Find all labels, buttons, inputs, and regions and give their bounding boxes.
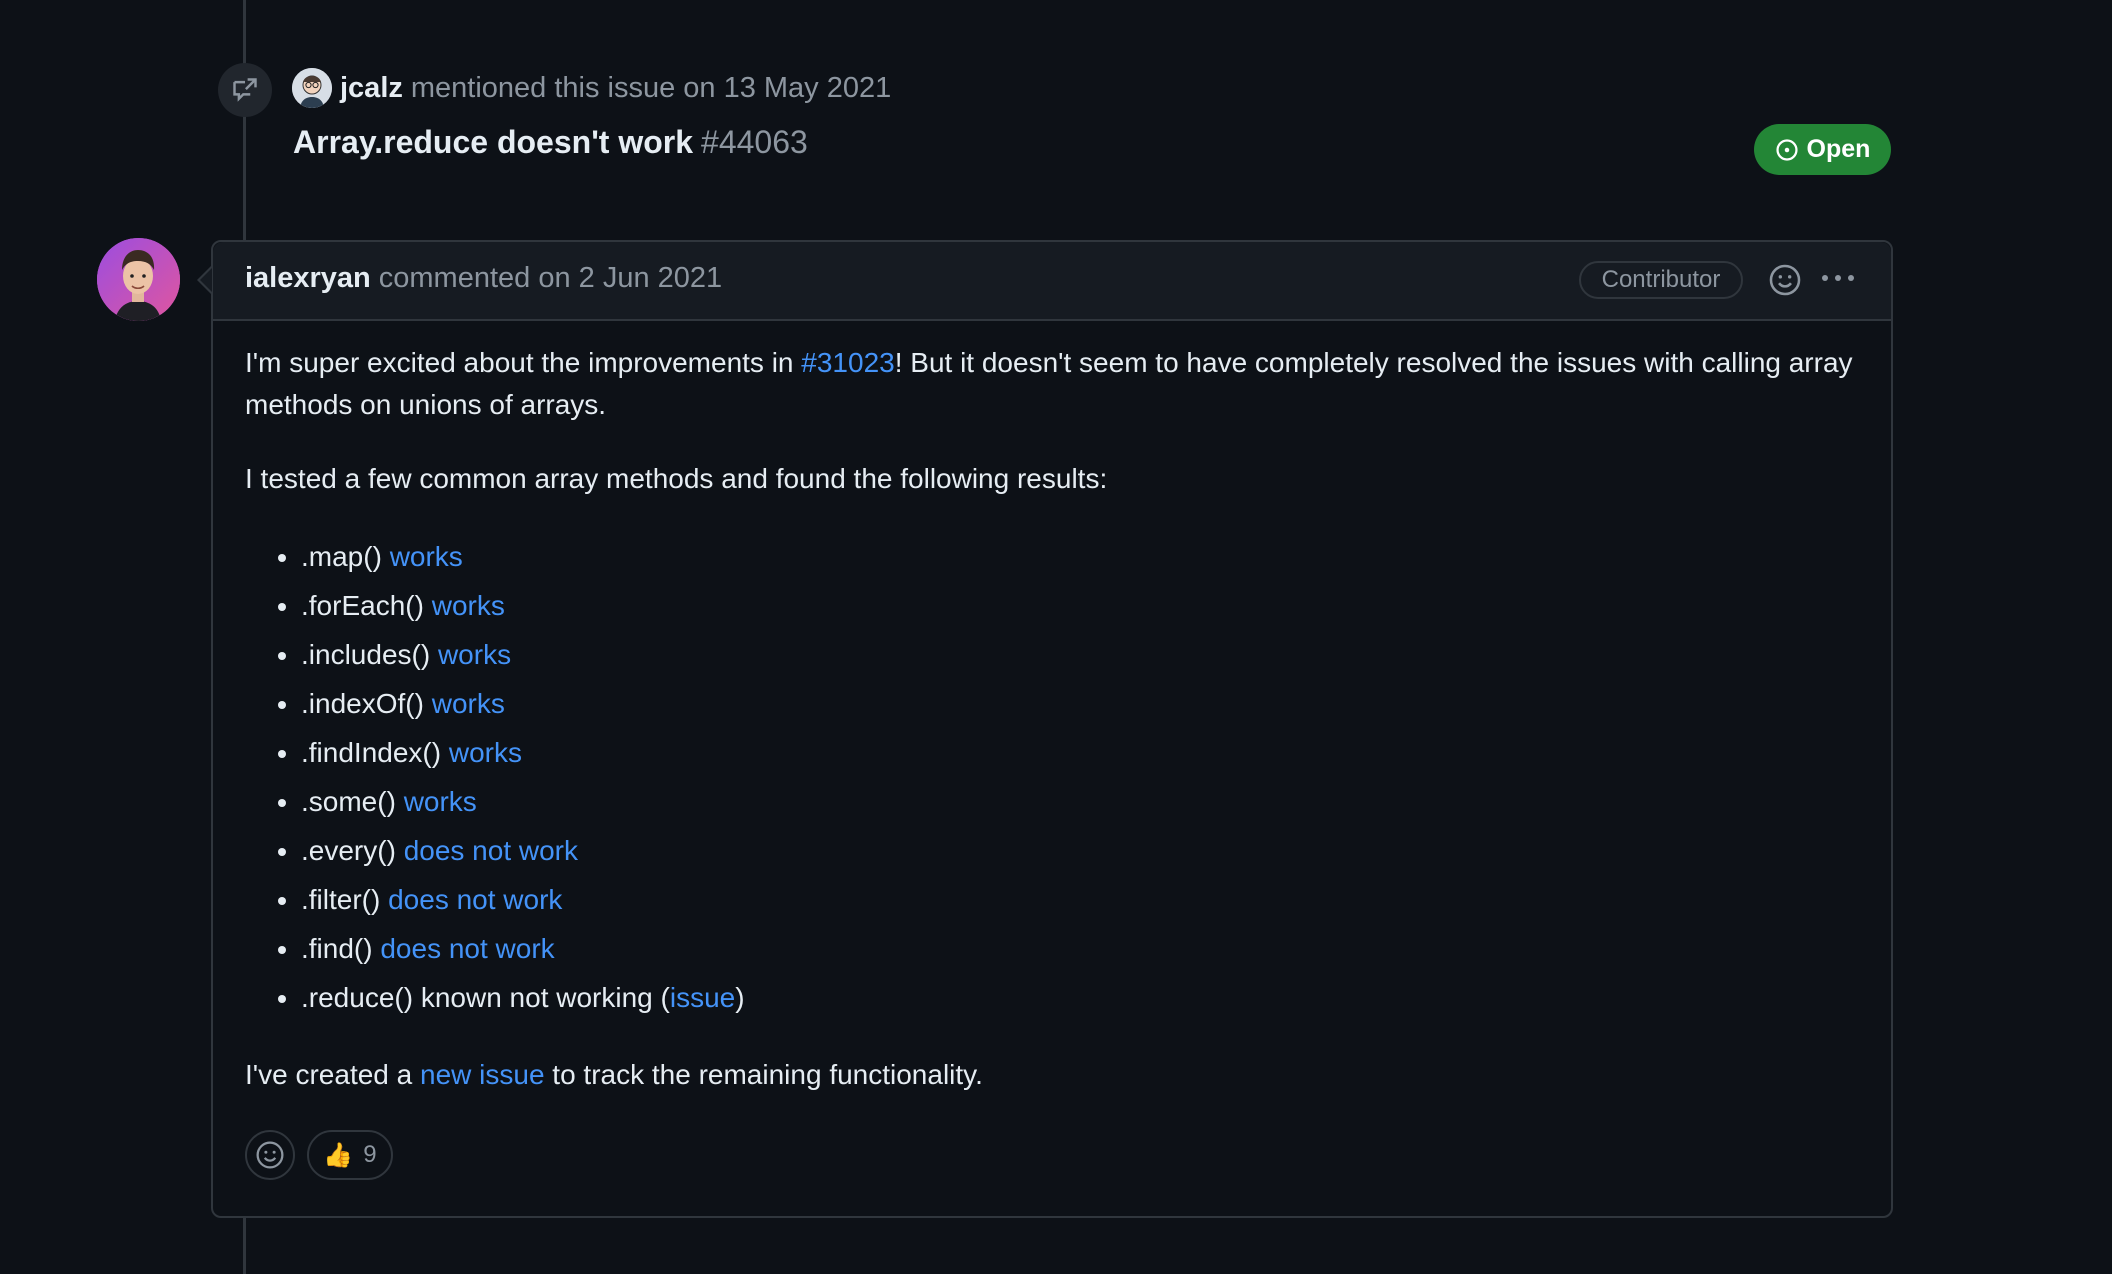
comment-paragraph-1: I'm super excited about the improvements… [245,342,1865,426]
method-name: .find() [301,933,373,964]
list-item: .find() does not work [301,924,1865,973]
item-text: ) [735,982,745,1013]
list-item: .includes() works [301,630,1865,679]
paragraph-text: to track the remaining functionality. [544,1059,983,1090]
result-link[interactable]: works [390,541,463,572]
method-name: .some() [301,786,396,817]
thumbs-up-reaction[interactable]: 👍 9 [307,1130,393,1180]
result-link[interactable]: works [438,639,511,670]
result-link[interactable]: works [449,737,522,768]
list-item: .forEach() works [301,581,1865,630]
method-name: .filter() [301,884,381,915]
mention-author[interactable]: jcalz [340,72,403,105]
result-link[interactable]: does not work [404,835,578,866]
issue-timeline: jcalz mentioned this issue on 13 May 202… [0,0,2112,1274]
list-item: .findIndex() works [301,728,1865,777]
paragraph-text: I've created a [245,1059,420,1090]
method-name: .forEach() [301,590,424,621]
comment-body: I'm super excited about the improvements… [245,342,1865,1128]
new-issue-link[interactable]: new issue [420,1059,545,1090]
comment-author[interactable]: ialexryan [245,262,371,294]
mention-event-header: jcalz mentioned this issue on 13 May 202… [292,66,891,110]
referenced-issue[interactable]: Array.reduce doesn't work #44063 [293,124,808,161]
comment-paragraph-2: I tested a few common array methods and … [245,463,1108,494]
referenced-issue-title[interactable]: Array.reduce doesn't work [293,124,693,160]
open-issue-icon [1775,138,1798,161]
issue-status-label: Open [1806,135,1871,163]
comment-date[interactable]: on 2 Jun 2021 [538,262,722,294]
list-item: .reduce() known not working (issue) [301,973,1865,1022]
list-item: .map() works [301,532,1865,581]
list-item: .indexOf() works [301,679,1865,728]
reactions-bar: 👍 9 [245,1130,393,1180]
list-item: .filter() does not work [301,875,1865,924]
comment-header: ialexryan commented on 2 Jun 2021 Contrib… [213,242,1891,321]
paragraph-text: I'm super excited about the improvements… [245,347,802,378]
result-link[interactable]: works [432,590,505,621]
list-item: .every() does not work [301,826,1865,875]
jcalz-avatar[interactable] [292,68,332,108]
mention-date[interactable]: on 13 May 2021 [683,72,891,105]
comment-caret-fill [200,268,212,292]
method-name: .indexOf() [301,688,424,719]
result-link[interactable]: does not work [388,884,562,915]
referenced-issue-number[interactable]: #44063 [701,124,808,160]
smiley-icon [256,1141,284,1169]
cross-reference-icon [218,63,272,117]
comment-card: ialexryan commented on 2 Jun 2021 Contrib… [211,240,1893,1218]
method-name: .includes() [301,639,431,670]
result-link[interactable]: works [404,786,477,817]
comment-meta: ialexryan commented on 2 Jun 2021 [245,262,722,295]
item-text: known not working ( [420,982,670,1013]
issue-link[interactable]: issue [670,982,735,1013]
comment-paragraph-3: I've created a new issue to track the re… [245,1054,1865,1096]
method-name: .every() [301,835,396,866]
contributor-badge: Contributor [1579,261,1743,299]
list-item: .some() works [301,777,1865,826]
thumbs-up-icon: 👍 [323,1141,354,1169]
comment-action: commented [378,262,531,294]
reaction-count: 9 [363,1141,377,1168]
result-link[interactable]: does not work [380,933,554,964]
results-list: .map() works .forEach() works .includes(… [245,532,1865,1022]
smiley-icon[interactable] [1768,263,1802,297]
add-reaction-button[interactable] [245,1130,295,1180]
method-name: .reduce() [301,982,414,1013]
method-name: .findIndex() [301,737,442,768]
commenter-avatar[interactable] [97,238,180,321]
result-link[interactable]: works [432,688,505,719]
method-name: .map() [301,541,382,572]
issue-status-badge: Open [1754,124,1891,175]
kebab-menu-icon[interactable] [1816,256,1860,300]
mention-action: mentioned this issue [410,71,676,104]
pr-link[interactable]: #31023 [801,347,894,378]
